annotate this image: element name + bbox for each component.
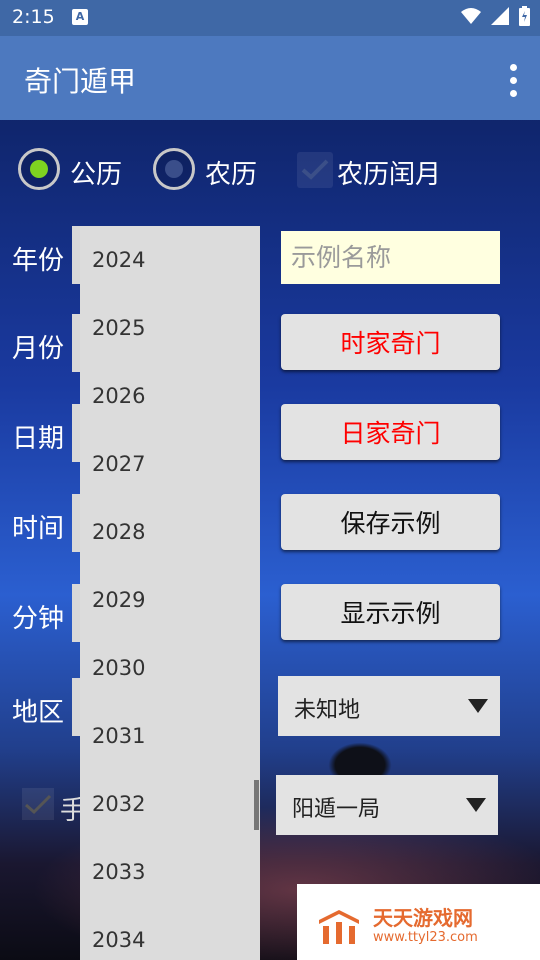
lunar-label: 农历 [205, 160, 258, 190]
region-spinner-value: 未知地 [294, 698, 361, 723]
year-option[interactable]: 2027 [92, 452, 145, 476]
region-label: 地区 [12, 698, 65, 728]
status-bar: 2:15 A [0, 0, 540, 36]
hour-label: 时间 [12, 514, 65, 544]
app-title: 奇门遁甲 [24, 65, 137, 98]
calendar-type-group: 公历 农历 农历闰月 [0, 146, 540, 196]
year-option[interactable]: 2029 [92, 588, 145, 612]
solar-radio[interactable] [18, 148, 60, 190]
leap-month-checkbox[interactable] [297, 152, 333, 188]
watermark-brand: 天天游戏网 [373, 906, 473, 930]
check-icon [25, 794, 52, 815]
lunar-radio[interactable] [153, 148, 195, 190]
year-option[interactable]: 2025 [92, 316, 145, 340]
year-option[interactable]: 2033 [92, 860, 145, 884]
watermark: 天天游戏网 www.ttyl23.com [297, 884, 540, 960]
signal-icon [491, 7, 509, 25]
leap-month-label: 农历闰月 [337, 160, 442, 190]
year-option[interactable]: 2034 [92, 928, 145, 952]
example-name-input[interactable] [281, 231, 500, 284]
watermark-url: www.ttyl23.com [373, 930, 478, 945]
wifi-icon [461, 8, 481, 24]
solar-label: 公历 [70, 160, 123, 190]
day-qimen-button[interactable]: 日家奇门 [281, 404, 500, 460]
dropdown-arrow-icon [468, 699, 488, 713]
overflow-menu-icon[interactable] [510, 64, 518, 97]
status-time: 2:15 [12, 6, 55, 28]
year-option[interactable]: 2024 [92, 248, 145, 272]
hour-qimen-button[interactable]: 时家奇门 [281, 314, 500, 370]
manual-checkbox[interactable] [22, 788, 54, 820]
year-option[interactable]: 2026 [92, 384, 145, 408]
show-example-button[interactable]: 显示示例 [281, 584, 500, 640]
ju-spinner[interactable]: 阳遁一局 [276, 775, 498, 835]
year-option[interactable]: 2030 [92, 656, 145, 680]
ju-spinner-value: 阳遁一局 [292, 797, 381, 822]
site-logo-icon [319, 910, 359, 944]
minute-label: 分钟 [12, 604, 65, 634]
day-label: 日期 [12, 424, 65, 454]
year-option[interactable]: 2031 [92, 724, 145, 748]
year-option[interactable]: 2028 [92, 520, 145, 544]
year-dropdown-list[interactable]: 2024 2025 2026 2027 2028 2029 2030 2031 2032 2033… [80, 226, 260, 960]
year-option[interactable]: 2032 [92, 792, 145, 816]
region-spinner[interactable]: 未知地 [278, 676, 500, 736]
dropdown-arrow-icon [466, 798, 486, 812]
battery-icon [519, 6, 530, 26]
month-label: 月份 [12, 334, 65, 364]
app-bar: 奇门遁甲 [0, 36, 540, 120]
year-label: 年份 [12, 246, 65, 276]
check-icon [301, 159, 329, 180]
save-example-button[interactable]: 保存示例 [281, 494, 500, 550]
scrollbar-thumb[interactable] [254, 780, 259, 830]
notification-icon: A [72, 9, 88, 25]
